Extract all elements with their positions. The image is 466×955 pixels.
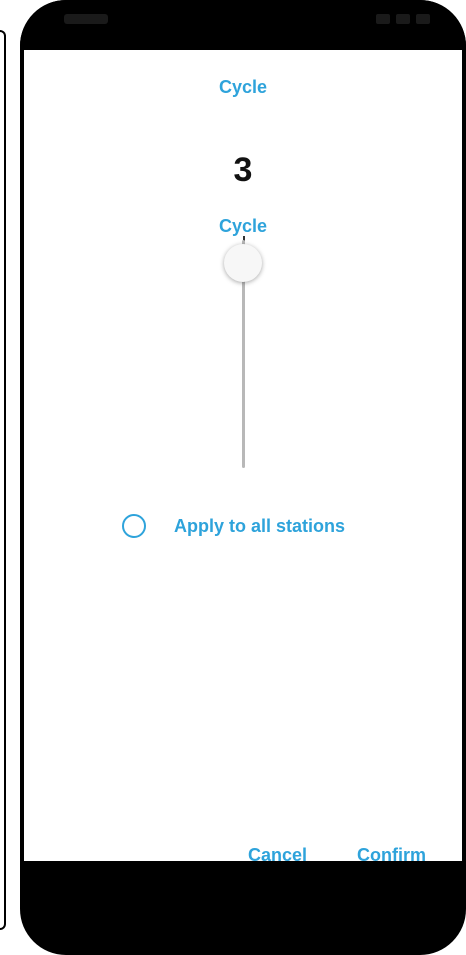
navigation-bar	[24, 861, 462, 908]
battery-icon	[416, 14, 430, 24]
cycle-slider-thumb[interactable]	[224, 244, 262, 282]
clock	[64, 14, 108, 24]
dialog-title: Cycle	[218, 77, 268, 97]
apply-to-all-label: Apply to all stations	[174, 515, 346, 536]
cycle-value: 3	[233, 151, 253, 189]
status-bar	[20, 0, 466, 50]
apply-to-all-option[interactable]: Apply to all stations	[122, 514, 345, 538]
cycle-unit-label: Cycle	[218, 216, 268, 236]
wifi-icon	[396, 14, 410, 24]
signal-icon	[376, 14, 390, 24]
cycle-dialog: Cycle 3 Cycle Apply to all stations Canc…	[24, 50, 462, 908]
status-icons	[376, 14, 430, 24]
apply-to-all-radio[interactable]	[122, 514, 146, 538]
phone-frame: Cycle 3 Cycle Apply to all stations Canc…	[20, 0, 466, 955]
adjacent-device-edge	[0, 30, 6, 930]
